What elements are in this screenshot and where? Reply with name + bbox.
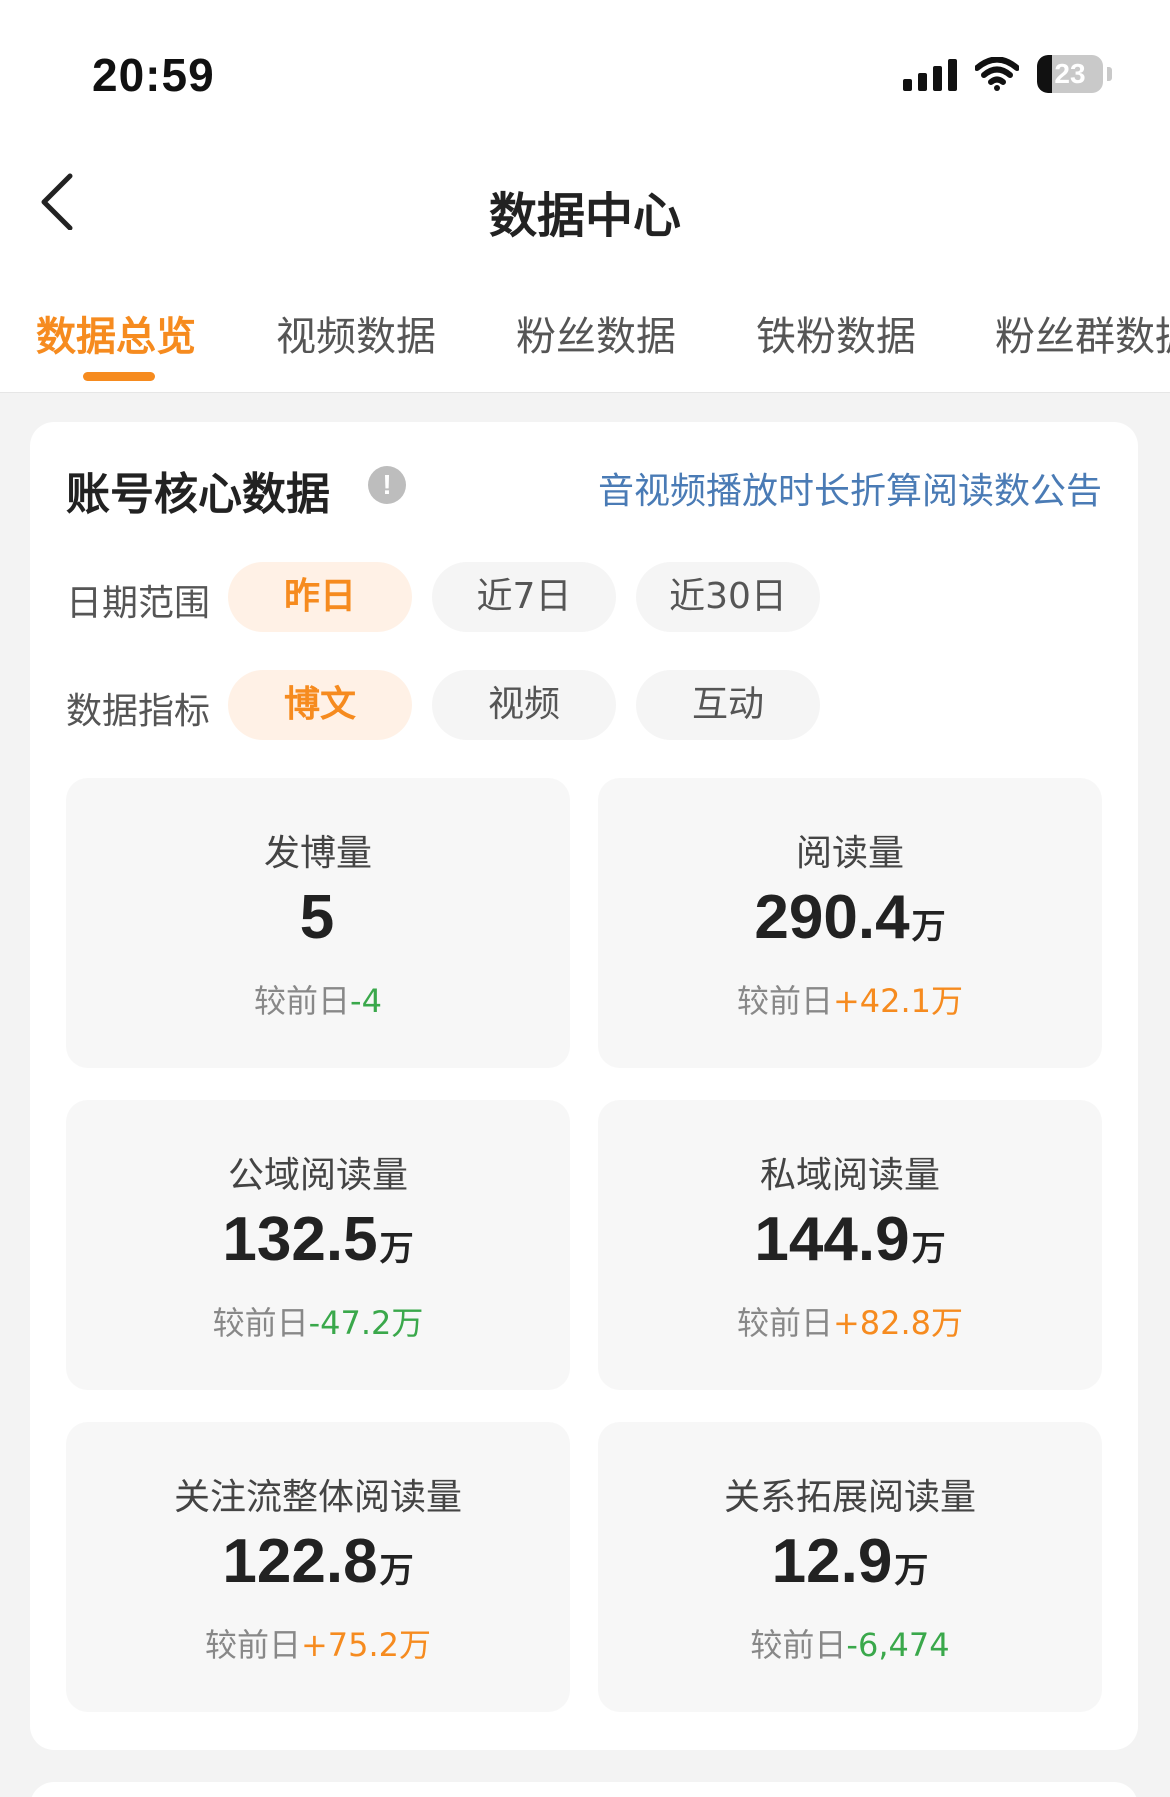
notice-link[interactable]: 音视频播放时长折算阅读数公告	[598, 462, 1102, 514]
nav-header: 数据中心	[0, 140, 1170, 260]
date-option-yesterday[interactable]: 昨日	[228, 562, 412, 632]
metric-label: 私域阅读量	[759, 1155, 940, 1196]
tab-video-data[interactable]: 视频数据	[276, 304, 436, 362]
metric-change: 较前日-47.2万	[66, 1298, 570, 1344]
battery-cap	[1107, 67, 1112, 81]
metric-value: 144.9万	[598, 1204, 1102, 1275]
metric-number: 144.9	[754, 1205, 910, 1274]
metric-unit: 万	[894, 1551, 929, 1591]
metric-type-label: 数据指标	[66, 691, 211, 732]
metric-value: 122.8万	[66, 1526, 570, 1597]
metric-number: 132.5	[222, 1205, 378, 1274]
metric-option-video[interactable]: 视频	[432, 670, 616, 740]
metric-unit: 万	[911, 1229, 946, 1269]
wifi-icon	[975, 57, 1019, 91]
date-option-7days[interactable]: 近7日	[432, 562, 616, 632]
compare-prefix: 较前日	[750, 1626, 847, 1664]
battery-level: 23	[1054, 58, 1086, 89]
metric-change: 较前日-4	[66, 976, 570, 1022]
tab-fans-data[interactable]: 粉丝数据	[516, 304, 676, 362]
metric-option-posts[interactable]: 博文	[228, 670, 412, 740]
compare-prefix: 较前日	[204, 1626, 301, 1664]
metric-delta: +42.1万	[832, 982, 964, 1020]
metric-number: 5	[299, 883, 335, 952]
metric-label: 公域阅读量	[227, 1155, 408, 1196]
metric-card-relationship-reads[interactable]: 关系拓展阅读量 12.9万 较前日-6,474	[598, 1422, 1102, 1712]
date-option-30days[interactable]: 近30日	[636, 562, 820, 632]
metric-value: 5	[66, 882, 570, 953]
metric-option-interaction[interactable]: 互动	[636, 670, 820, 740]
metric-number: 122.8	[222, 1527, 378, 1596]
metric-delta: +82.8万	[832, 1304, 964, 1342]
page-title: 数据中心	[488, 188, 681, 244]
metric-number: 290.4	[754, 883, 910, 952]
tab-overview[interactable]: 数据总览	[36, 304, 196, 362]
metric-value: 12.9万	[598, 1526, 1102, 1597]
metric-change: 较前日-6,474	[598, 1620, 1102, 1666]
metric-card-reads[interactable]: 阅读量 290.4万 较前日+42.1万	[598, 778, 1102, 1068]
info-icon[interactable]: !	[368, 466, 406, 504]
status-icons: 23	[903, 52, 1112, 96]
section-title: 账号核心数据	[66, 469, 330, 520]
metric-unit: 万	[379, 1229, 414, 1269]
data-center-page: 20:59 23 数据中心 数据总览 视频数据 粉丝数据 铁粉数据 粉丝群数 账…	[0, 0, 1170, 1797]
metric-card-public-reads[interactable]: 公域阅读量 132.5万 较前日-47.2万	[66, 1100, 570, 1390]
status-bar: 20:59 23	[0, 0, 1170, 140]
metric-change: 较前日+42.1万	[598, 976, 1102, 1022]
core-data-card: 账号核心数据 ! 音视频播放时长折算阅读数公告 日期范围 昨日 近7日 近30日…	[30, 422, 1138, 1750]
metric-delta: -4	[350, 982, 382, 1020]
tab-fan-group-data[interactable]: 粉丝群数据	[995, 304, 1170, 362]
next-card-edge	[30, 1782, 1138, 1797]
metric-card-posts[interactable]: 发博量 5 较前日-4	[66, 778, 570, 1068]
compare-prefix: 较前日	[736, 982, 833, 1020]
metric-delta: -6,474	[846, 1626, 950, 1664]
tab-active-indicator	[83, 372, 155, 381]
compare-prefix: 较前日	[212, 1304, 309, 1342]
compare-prefix: 较前日	[736, 1304, 833, 1342]
metric-unit: 万	[911, 907, 946, 947]
metric-number: 12.9	[771, 1527, 893, 1596]
metric-label: 关注流整体阅读量	[173, 1477, 462, 1518]
metric-label: 阅读量	[795, 833, 904, 874]
metric-change: 较前日+82.8万	[598, 1298, 1102, 1344]
date-range-label: 日期范围	[66, 583, 211, 624]
battery-icon: 23	[1037, 55, 1103, 93]
metric-delta: -47.2万	[308, 1304, 424, 1342]
metric-delta: +75.2万	[300, 1626, 432, 1664]
metric-card-private-reads[interactable]: 私域阅读量 144.9万 较前日+82.8万	[598, 1100, 1102, 1390]
tab-bar: 数据总览 视频数据 粉丝数据 铁粉数据 粉丝群数据	[0, 260, 1170, 393]
metric-value: 290.4万	[598, 882, 1102, 953]
status-time: 20:59	[92, 49, 215, 101]
compare-prefix: 较前日	[254, 982, 351, 1020]
signal-icon	[903, 57, 957, 91]
metric-change: 较前日+75.2万	[66, 1620, 570, 1666]
metric-label: 发博量	[263, 833, 372, 874]
tab-iron-fans-data[interactable]: 铁粉数据	[756, 304, 916, 362]
metric-card-follow-feed-reads[interactable]: 关注流整体阅读量 122.8万 较前日+75.2万	[66, 1422, 570, 1712]
metric-label: 关系拓展阅读量	[723, 1477, 976, 1518]
metric-unit: 万	[379, 1551, 414, 1591]
metric-value: 132.5万	[66, 1204, 570, 1275]
